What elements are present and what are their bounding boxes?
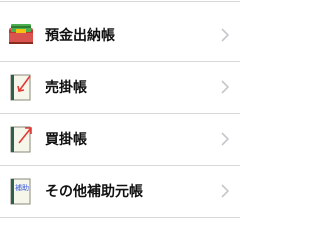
list-item-label: その他補助元帳 [45, 184, 143, 200]
chevron-right-icon [221, 184, 229, 198]
separator [0, 217, 240, 218]
chevron-right-icon [221, 28, 229, 42]
separator [0, 1, 240, 2]
list-item-cashbook[interactable]: 預金出納帳 [0, 10, 240, 60]
list-item-label: 預金出納帳 [45, 28, 115, 44]
list-item-payables[interactable]: 買掛帳 [0, 114, 240, 164]
chevron-right-icon [221, 132, 229, 146]
list-item-other-subledger[interactable]: 補助 その他補助元帳 [0, 166, 240, 216]
list-item-label: 売掛帳 [45, 80, 87, 96]
list-item-receivables[interactable]: 売掛帳 [0, 62, 240, 112]
chevron-right-icon [221, 80, 229, 94]
other-subledger-icon: 補助 [8, 175, 34, 207]
icon-text: 補助 [15, 184, 29, 192]
cashbook-icon [9, 24, 33, 44]
receivables-ledger-icon [10, 74, 31, 101]
payables-ledger-icon [10, 126, 32, 153]
ledger-menu-list: 預金出納帳 売掛帳 買掛帳 補助 その他補助元帳 [0, 0, 240, 240]
list-item-label: 買掛帳 [45, 132, 87, 148]
